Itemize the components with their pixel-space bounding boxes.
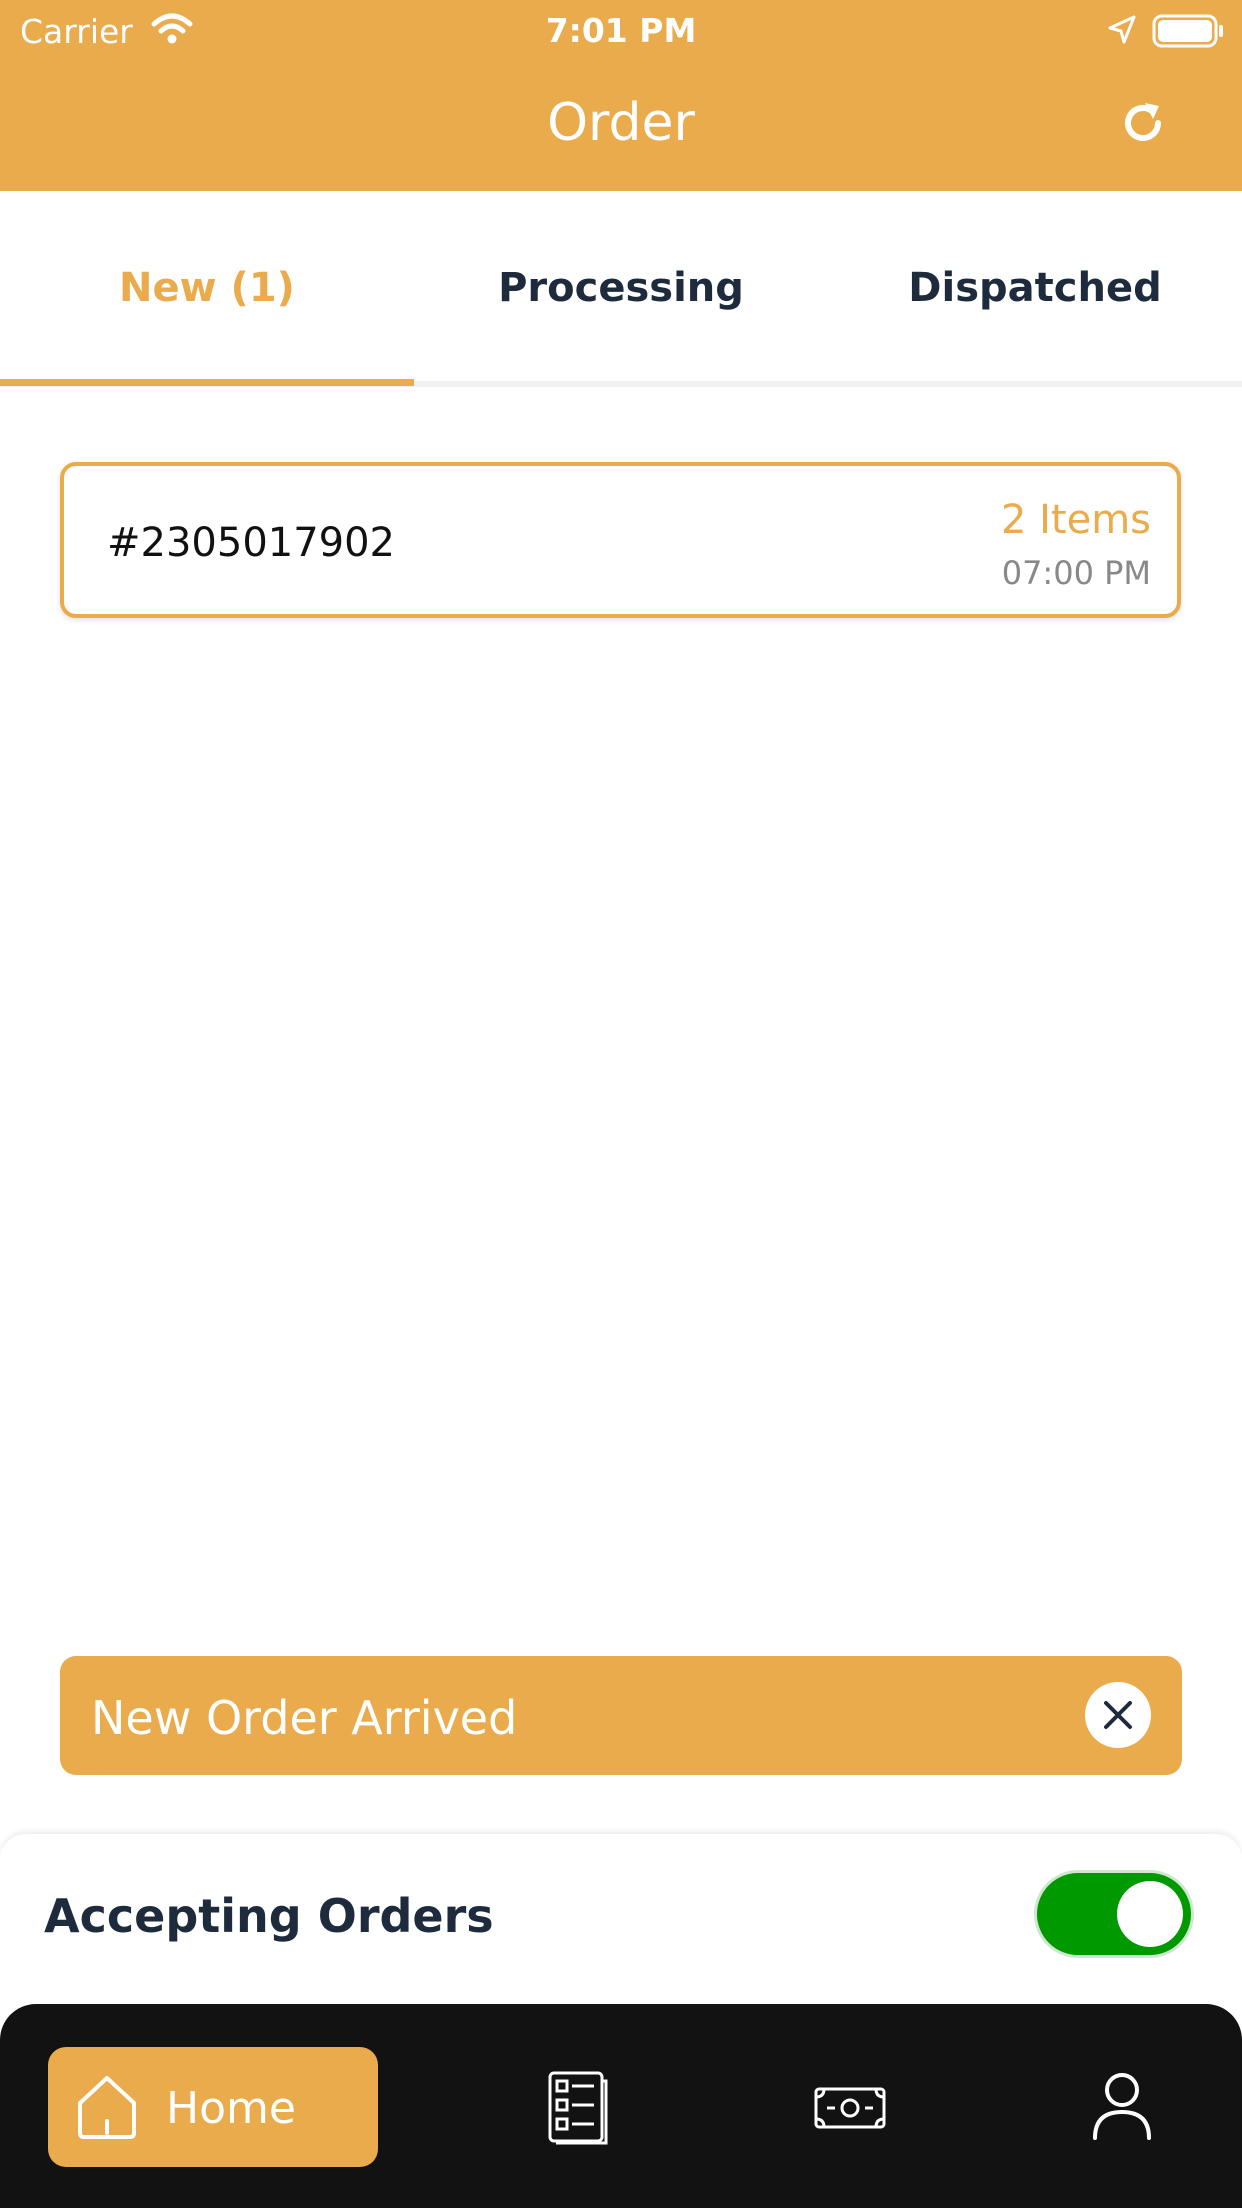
close-icon[interactable] <box>1085 1682 1151 1748</box>
order-card[interactable]: #2305017902 2 Items 07:00 PM <box>60 462 1181 618</box>
battery-icon <box>1152 14 1226 52</box>
tab-new[interactable]: New (1) <box>0 191 414 385</box>
accepting-orders-toggle[interactable] <box>1034 1870 1194 1958</box>
order-item-count: 2 Items <box>1000 497 1151 543</box>
active-tab-indicator <box>0 379 414 386</box>
toggle-knob <box>1117 1881 1183 1947</box>
tab-processing[interactable]: Processing <box>414 191 828 385</box>
home-icon <box>72 2071 142 2145</box>
bottom-navigation: Home <box>0 2004 1242 2208</box>
status-bar: Carrier 7:01 PM <box>0 0 1242 60</box>
money-icon[interactable] <box>813 2086 887 2134</box>
order-id: #2305017902 <box>107 520 396 566</box>
order-time: 07:00 PM <box>1001 554 1151 592</box>
order-status-tabs: New (1) Processing Dispatched <box>0 191 1242 387</box>
accepting-orders-label: Accepting Orders <box>44 1889 494 1943</box>
profile-icon[interactable] <box>1090 2070 1154 2146</box>
alert-message: New Order Arrived <box>91 1691 518 1745</box>
orders-list-icon[interactable] <box>546 2069 610 2149</box>
tab-dispatched[interactable]: Dispatched <box>828 191 1242 385</box>
nav-home-button[interactable]: Home <box>48 2047 378 2167</box>
location-arrow-icon <box>1106 14 1138 50</box>
page-title: Order <box>547 93 695 153</box>
status-time: 7:01 PM <box>545 11 697 50</box>
refresh-icon[interactable] <box>1118 98 1168 152</box>
new-order-alert: New Order Arrived <box>60 1656 1182 1775</box>
nav-home-label: Home <box>166 2083 296 2134</box>
app-header: Carrier 7:01 PM Order <box>0 0 1242 191</box>
